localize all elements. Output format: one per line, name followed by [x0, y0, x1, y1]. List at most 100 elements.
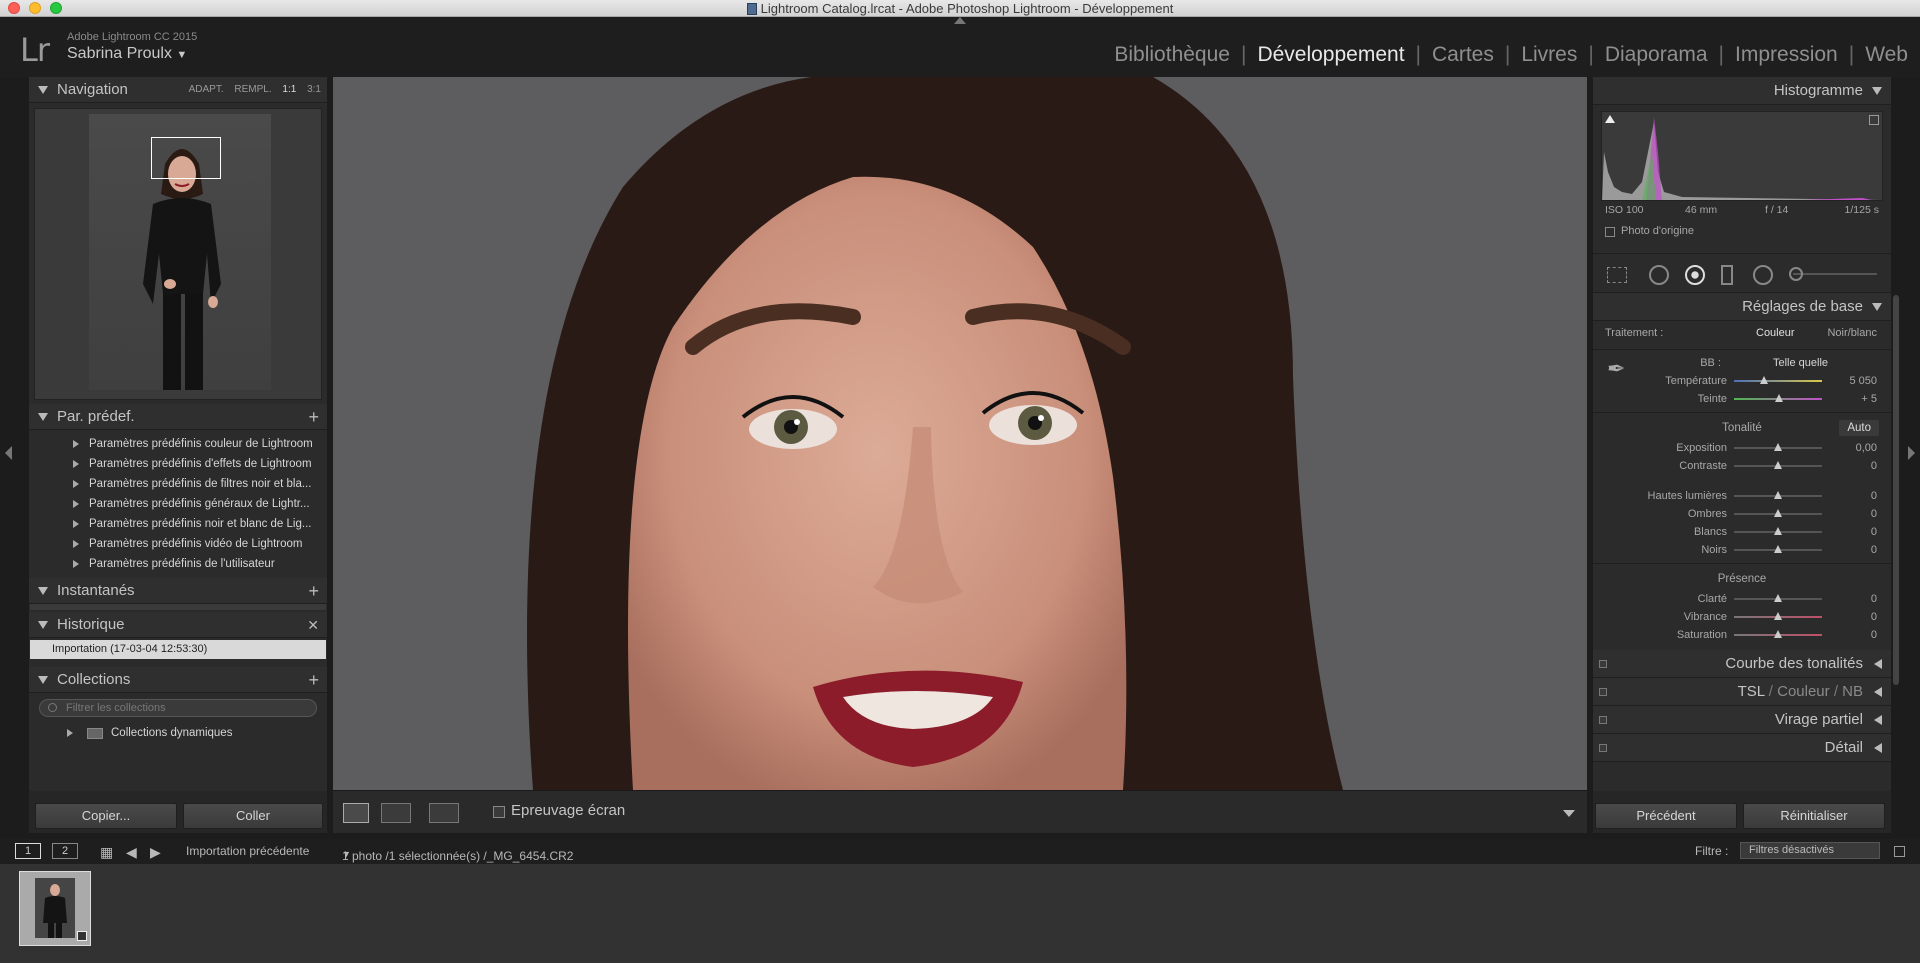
filter-lock-icon[interactable] [1894, 846, 1905, 857]
navigator-zoom-rect[interactable] [151, 137, 221, 179]
add-snapshot-icon[interactable]: + [308, 578, 319, 604]
forward-arrow-icon[interactable]: ▶ [150, 844, 161, 861]
original-photo-toggle[interactable]: Photo d'origine [1593, 219, 1891, 243]
zoom-fit[interactable]: ADAPT. [189, 84, 224, 95]
vibrance-slider[interactable] [1734, 612, 1822, 620]
wb-select[interactable]: Telle quelle [1773, 354, 1828, 372]
adjustment-brush-slider[interactable] [1793, 273, 1877, 275]
histogram-header[interactable]: Histogramme [1593, 77, 1891, 105]
treatment-color-option[interactable]: Couleur [1756, 321, 1795, 345]
saturation-slider[interactable] [1734, 630, 1822, 638]
blacks-slider[interactable] [1734, 545, 1822, 553]
whites-slider[interactable] [1734, 527, 1822, 535]
clear-history-icon[interactable]: ✕ [307, 612, 319, 638]
preset-folder[interactable]: Paramètres prédéfinis d'effets de Lightr… [29, 454, 327, 474]
split-toning-header[interactable]: Virage partiel [1593, 706, 1891, 734]
main-screen-button[interactable]: 1 [15, 843, 41, 859]
clarity-slider[interactable] [1734, 594, 1822, 602]
grid-view-icon[interactable]: ▦ [100, 844, 113, 861]
before-after-tb-button[interactable] [429, 803, 459, 823]
second-screen-button[interactable]: 2 [52, 843, 78, 859]
contrast-slider[interactable] [1734, 461, 1822, 469]
graduated-filter-icon[interactable] [1721, 265, 1733, 285]
navigator-preview[interactable] [34, 108, 322, 400]
bw-tab[interactable]: NB [1842, 683, 1863, 700]
filter-select[interactable]: Filtres désactivés [1740, 842, 1880, 859]
top-panel-toggle-icon[interactable] [954, 17, 966, 24]
module-livres[interactable]: Livres [1521, 43, 1577, 66]
panel-toggle-icon[interactable] [1599, 716, 1607, 724]
source-label[interactable]: Importation précédente [186, 844, 309, 858]
detail-header[interactable]: Détail [1593, 734, 1891, 762]
preset-folder[interactable]: Paramètres prédéfinis couleur de Lightro… [29, 434, 327, 454]
search-icon [48, 703, 57, 712]
panel-toggle-icon[interactable] [1599, 660, 1607, 668]
minimize-window-button[interactable] [29, 2, 41, 14]
highlight-clipping-icon[interactable] [1869, 115, 1879, 125]
adjustment-brush-icon[interactable] [1789, 267, 1803, 281]
copy-settings-button[interactable]: Copier... [35, 803, 177, 829]
module-impression[interactable]: Impression [1735, 43, 1838, 66]
filmstrip-thumbnail[interactable] [19, 871, 91, 946]
presets-header[interactable]: Par. prédef. + [29, 404, 327, 430]
loupe-view[interactable] [333, 77, 1587, 790]
back-arrow-icon[interactable]: ◀ [126, 844, 137, 861]
shadows-slider[interactable] [1734, 509, 1822, 517]
navigation-header[interactable]: Navigation ADAPT. REMPL. 1:1 3:1 [29, 77, 327, 103]
radial-filter-icon[interactable] [1753, 265, 1773, 285]
preset-folder[interactable]: Paramètres prédéfinis généraux de Lightr… [29, 494, 327, 514]
color-tab[interactable]: Couleur [1777, 683, 1830, 700]
zoom-fill[interactable]: REMPL. [234, 84, 271, 95]
collections-header[interactable]: Collections + [29, 667, 327, 693]
highlights-slider[interactable] [1734, 491, 1822, 499]
history-item[interactable]: Importation (17-03-04 12:53:30) [30, 640, 326, 659]
preset-folder[interactable]: Paramètres prédéfinis vidéo de Lightroom [29, 534, 327, 554]
zoom-1-1[interactable]: 1:1 [282, 84, 296, 95]
auto-tone-button[interactable]: Auto [1839, 420, 1879, 436]
zoom-window-button[interactable] [50, 2, 62, 14]
toolbar-menu-icon[interactable] [1563, 810, 1575, 817]
module-diaporama[interactable]: Diaporama [1605, 43, 1708, 66]
before-after-lr-button[interactable] [381, 803, 411, 823]
spot-removal-icon[interactable] [1649, 265, 1669, 285]
left-panel-toggle-icon[interactable] [5, 446, 12, 460]
preset-folder[interactable]: Paramètres prédéfinis noir et blanc de L… [29, 514, 327, 534]
right-panel-toggle-icon[interactable] [1908, 446, 1915, 460]
history-header[interactable]: Historique ✕ [29, 612, 327, 638]
close-window-button[interactable] [8, 2, 20, 14]
histogram[interactable] [1601, 111, 1883, 201]
previous-button[interactable]: Précédent [1595, 803, 1737, 829]
panel-toggle-icon[interactable] [1599, 744, 1607, 752]
module-web[interactable]: Web [1865, 43, 1908, 66]
exposure-slider[interactable] [1734, 443, 1822, 451]
right-panel-scrollbar[interactable] [1893, 295, 1899, 685]
tone-curve-header[interactable]: Courbe des tonalités [1593, 650, 1891, 678]
add-preset-icon[interactable]: + [308, 404, 319, 430]
tint-slider[interactable] [1734, 394, 1822, 402]
loupe-view-button[interactable] [343, 803, 369, 823]
soft-proof-checkbox[interactable] [493, 806, 505, 818]
crop-icon[interactable] [1607, 267, 1627, 283]
add-collection-icon[interactable]: + [308, 667, 319, 693]
preset-folder[interactable]: Paramètres prédéfinis de filtres noir et… [29, 474, 327, 494]
module-cartes[interactable]: Cartes [1432, 43, 1494, 66]
collection-filter-input[interactable]: Filtrer les collections [39, 699, 317, 717]
paste-settings-button[interactable]: Coller [183, 803, 323, 829]
temperature-slider[interactable] [1734, 376, 1822, 384]
collection-set[interactable]: Collections dynamiques [29, 723, 327, 743]
snapshots-header[interactable]: Instantanés + [29, 578, 327, 604]
shadow-clipping-icon[interactable] [1605, 115, 1615, 123]
module-developpement[interactable]: Développement [1257, 43, 1404, 66]
basic-panel-header[interactable]: Réglages de base [1593, 293, 1891, 321]
hsl-tab[interactable]: TSL [1738, 683, 1765, 700]
reset-button[interactable]: Réinitialiser [1743, 803, 1885, 829]
red-eye-icon[interactable] [1685, 265, 1705, 285]
zoom-3-1[interactable]: 3:1 [307, 84, 321, 95]
treatment-bw-option[interactable]: Noir/blanc [1827, 321, 1877, 345]
preset-folder[interactable]: Paramètres prédéfinis de l'utilisateur [29, 554, 327, 574]
panel-toggle-icon[interactable] [1599, 688, 1607, 696]
hsl-header[interactable]: TSL / Couleur / NB [1593, 678, 1891, 706]
module-bibliotheque[interactable]: Bibliothèque [1114, 43, 1230, 66]
filter-label: Filtre : [1695, 844, 1729, 858]
identity-plate[interactable]: Sabrina Proulx ▼ [67, 45, 187, 63]
